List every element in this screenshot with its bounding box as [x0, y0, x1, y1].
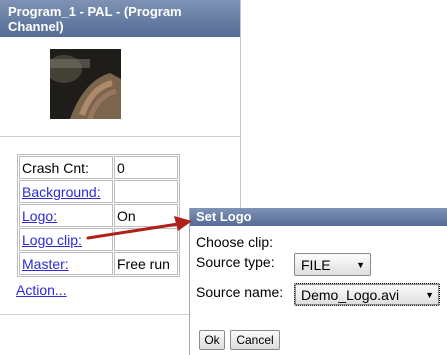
annotation-arrow-icon	[86, 216, 192, 240]
